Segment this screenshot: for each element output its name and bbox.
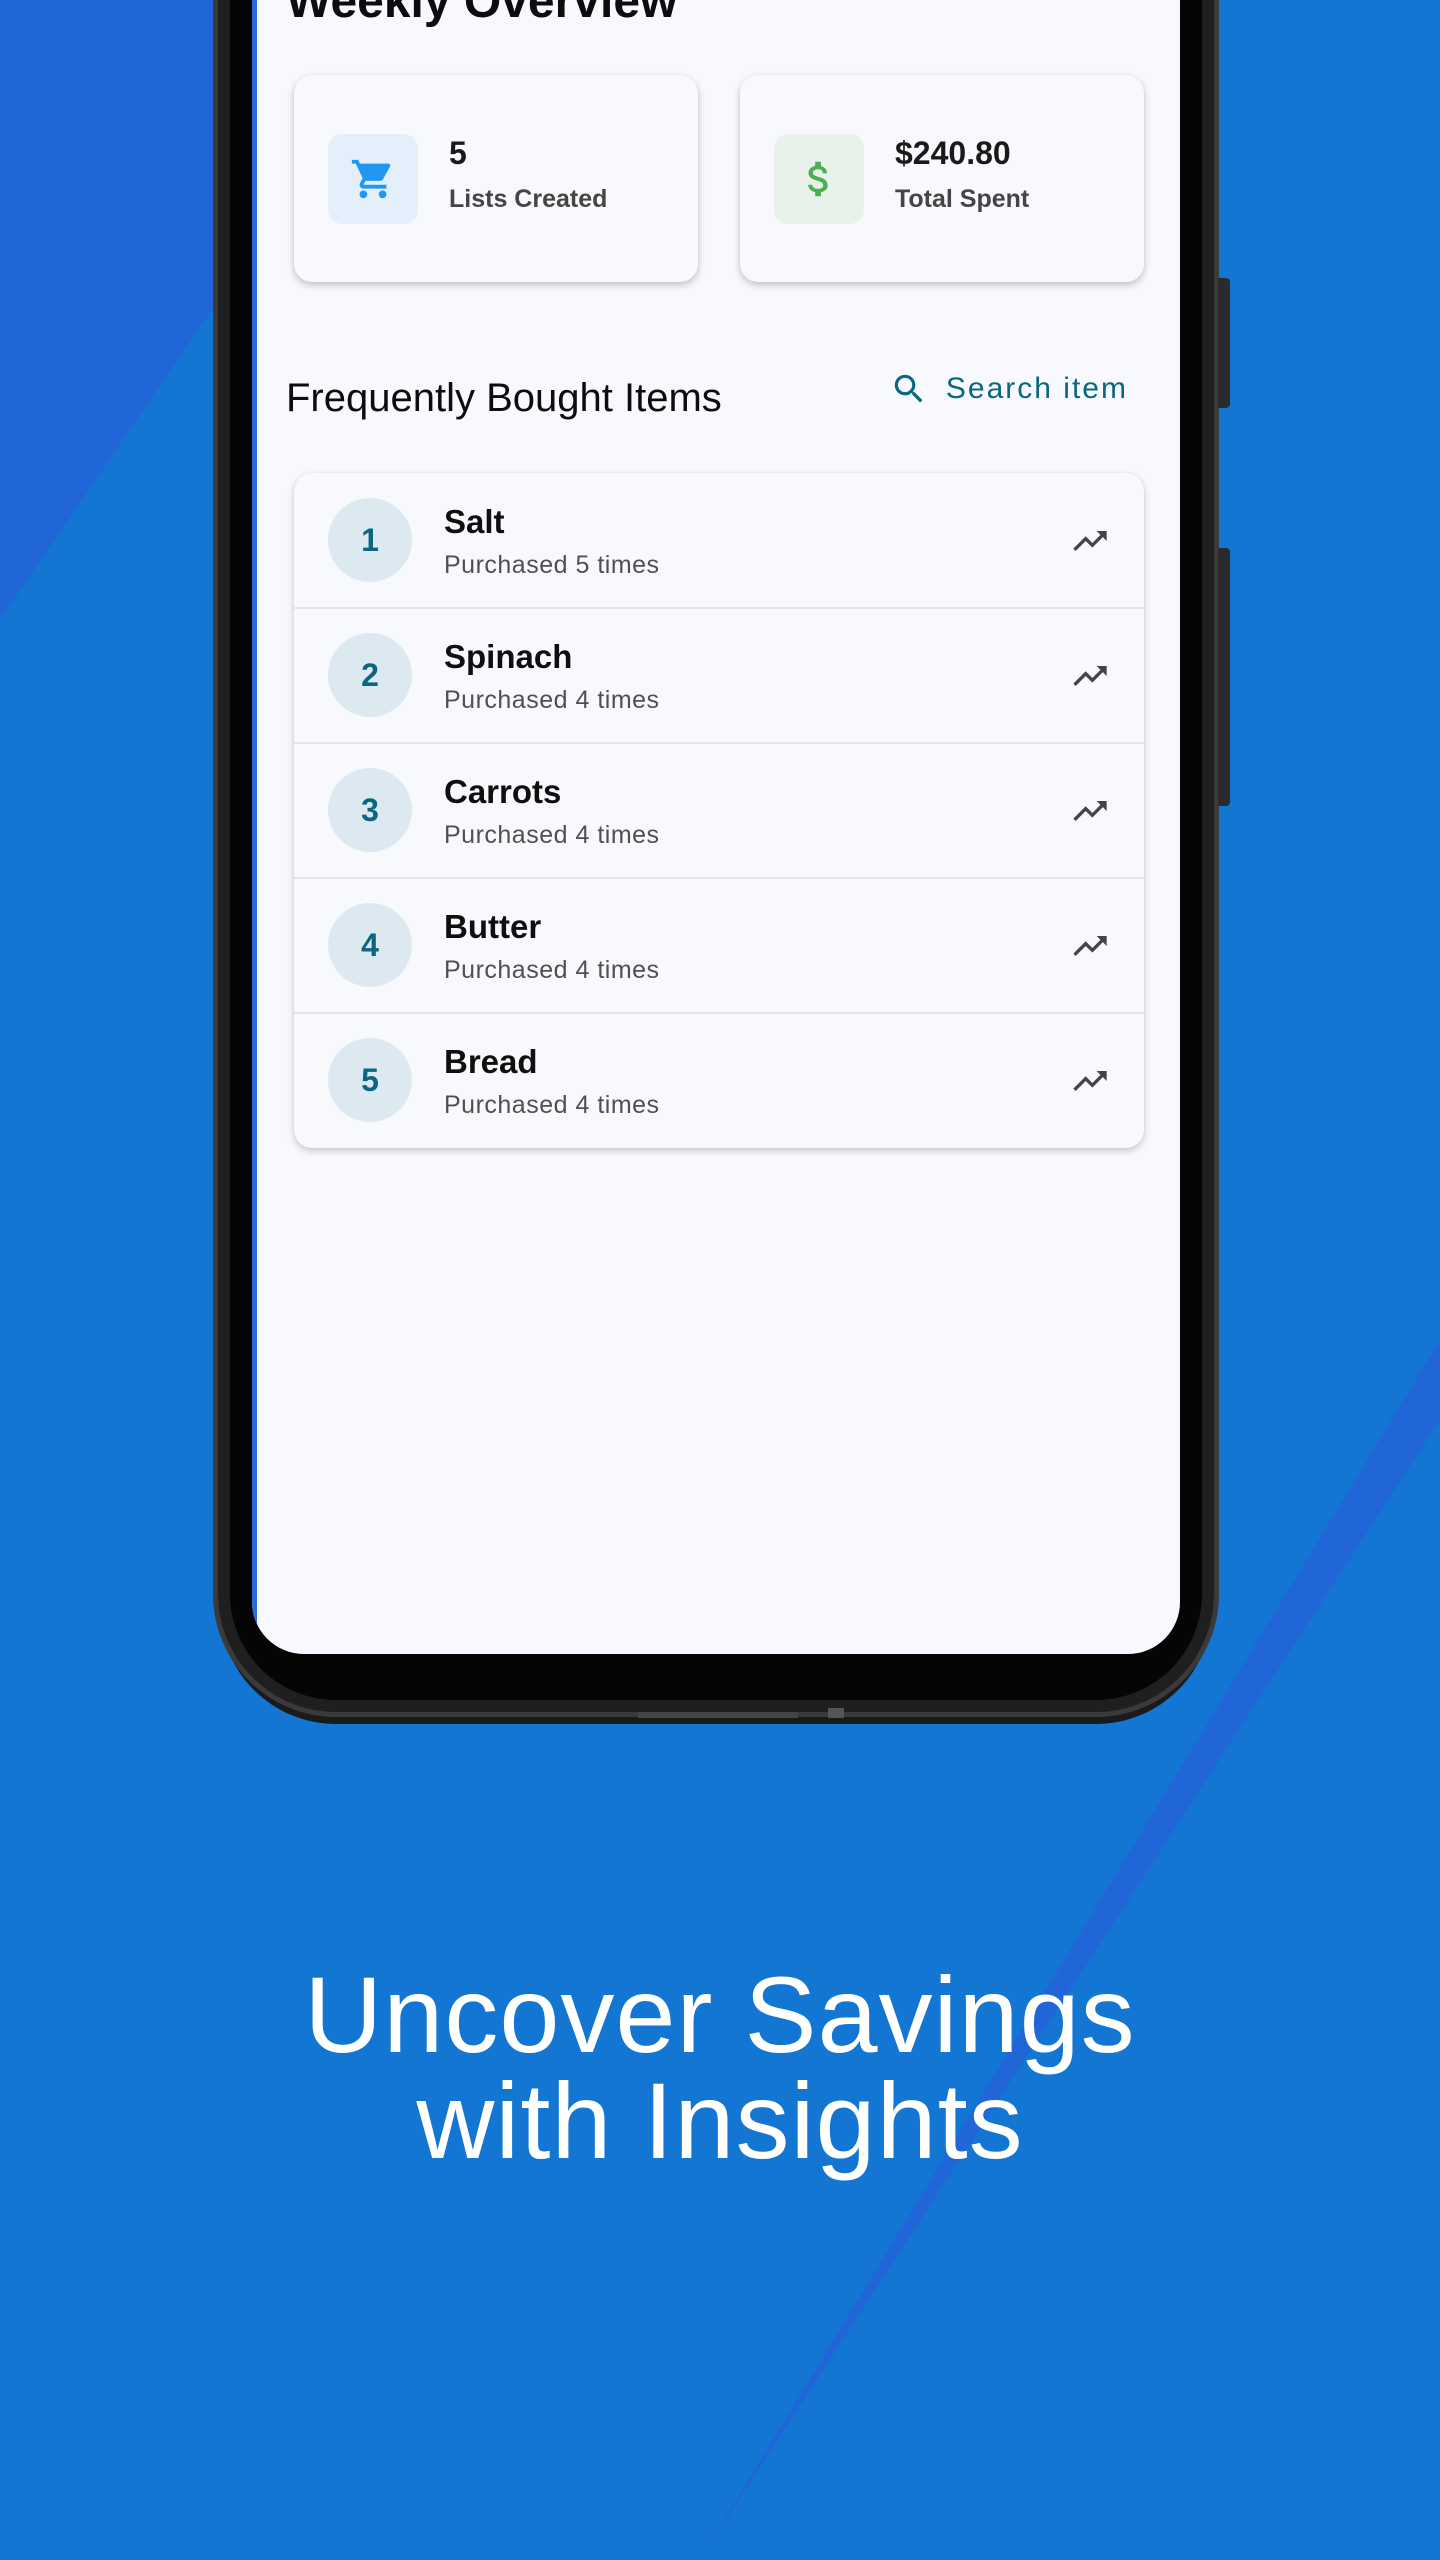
item-name: Bread: [444, 1043, 538, 1080]
rank-badge: 4: [328, 903, 412, 987]
lists-created-card[interactable]: 5 Lists Created: [294, 75, 698, 282]
trending-up-icon: [1073, 801, 1107, 821]
cart-icon: [351, 159, 391, 199]
trending-up-icon: [1073, 936, 1107, 956]
speaker-grille: [638, 1712, 798, 1718]
item-purchase-count: Purchased 5 times: [444, 551, 660, 579]
item-name: Butter: [444, 908, 542, 945]
screen-edge: [252, 0, 257, 1654]
rank-badge: 1: [328, 498, 412, 582]
promo-headline-line2: with Insights: [416, 2060, 1024, 2181]
app-screen: Weekly Overview 5 Lists Created $240.80 …: [252, 0, 1180, 1654]
promo-headline: Uncover Savings with Insights: [0, 1954, 1440, 2181]
rank-badge: 5: [328, 1038, 412, 1122]
item-purchase-count: Purchased 4 times: [444, 686, 660, 714]
search-item-label: Search item: [945, 372, 1128, 405]
volume-button: [1218, 278, 1230, 408]
item-purchase-count: Purchased 4 times: [444, 1091, 660, 1119]
list-item[interactable]: 1 Salt Purchased 5 times: [294, 473, 1144, 609]
lists-created-label: Lists Created: [449, 185, 608, 213]
total-spent-value: $240.80: [895, 135, 1011, 171]
frequent-items-title: Frequently Bought Items: [286, 376, 722, 420]
rank-badge: 2: [328, 633, 412, 717]
phone-frame: Weekly Overview 5 Lists Created $240.80 …: [218, 0, 1230, 1718]
list-item[interactable]: 5 Bread Purchased 4 times: [294, 1013, 1144, 1147]
charging-port: [828, 1708, 844, 1718]
item-purchase-count: Purchased 4 times: [444, 956, 660, 984]
item-name: Carrots: [444, 773, 562, 810]
total-spent-label: Total Spent: [895, 185, 1030, 213]
search-item-button[interactable]: Search item: [890, 370, 1128, 408]
trending-up-icon: [1073, 1071, 1107, 1091]
item-name: Spinach: [444, 638, 573, 675]
lists-created-value: 5: [449, 135, 467, 171]
frequent-items-list: 1 Salt Purchased 5 times 2 Spinach Purch…: [294, 473, 1144, 1148]
list-item[interactable]: 2 Spinach Purchased 4 times: [294, 608, 1144, 744]
power-button: [1218, 548, 1230, 806]
list-item[interactable]: 4 Butter Purchased 4 times: [294, 878, 1144, 1014]
search-icon: [894, 374, 923, 403]
item-purchase-count: Purchased 4 times: [444, 821, 660, 849]
weekly-overview-title: Weekly Overview: [286, 0, 678, 28]
total-spent-card[interactable]: $240.80 Total Spent: [740, 75, 1144, 282]
trending-up-icon: [1073, 531, 1107, 551]
cart-icon-box: [328, 134, 418, 224]
trending-up-icon: [1073, 666, 1107, 686]
rank-badge: 3: [328, 768, 412, 852]
promo-headline-line1: Uncover Savings: [304, 1954, 1136, 2075]
item-name: Salt: [444, 503, 505, 540]
dollar-icon-box: [774, 134, 864, 224]
list-item[interactable]: 3 Carrots Purchased 4 times: [294, 743, 1144, 879]
dollar-icon: [808, 161, 828, 197]
